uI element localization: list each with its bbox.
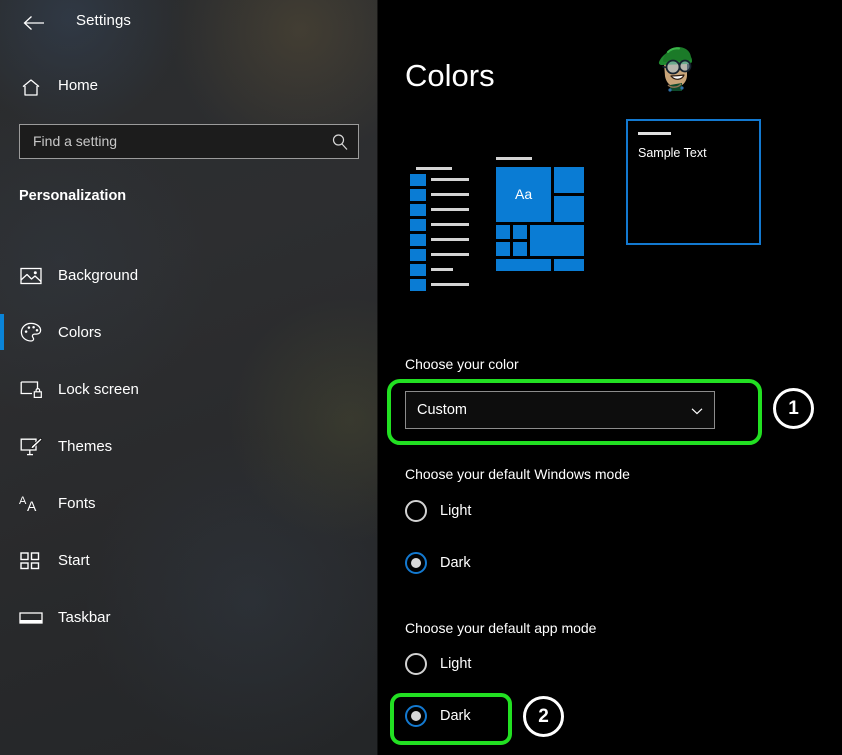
preview-start-row	[410, 264, 470, 276]
palette-icon	[19, 321, 43, 345]
preview-tile-wide	[496, 259, 551, 271]
preview-tile	[554, 196, 584, 222]
sidebar-item-home[interactable]: Home	[0, 70, 378, 104]
user-avatar[interactable]	[646, 41, 704, 99]
preview-tile	[554, 167, 584, 193]
choose-your-color-dropdown[interactable]: Custom	[405, 391, 715, 429]
search-placeholder: Find a setting	[33, 133, 118, 149]
preview-tile-small	[496, 225, 510, 239]
annotation-badge-1: 1	[773, 388, 814, 429]
sidebar-nav-list: Background Colors Lock screen Themes A A…	[0, 247, 378, 646]
choose-color-label: Choose your color	[405, 356, 519, 372]
svg-text:A: A	[27, 498, 37, 514]
sidebar-section-header: Personalization	[19, 188, 127, 204]
search-icon[interactable]	[331, 133, 349, 151]
sidebar-item-label: Taskbar	[58, 609, 111, 626]
radio-label: Light	[440, 656, 472, 672]
sidebar: Settings Home Find a setting Personaliza…	[0, 0, 378, 755]
radio-label: Dark	[440, 555, 471, 571]
preview-start-row	[410, 279, 470, 291]
sidebar-home-label: Home	[58, 77, 99, 94]
sidebar-item-background[interactable]: Background	[0, 247, 378, 304]
sidebar-item-label: Fonts	[58, 495, 96, 512]
sidebar-item-colors[interactable]: Colors	[0, 304, 378, 361]
radio-label: Dark	[440, 708, 471, 724]
preview-start-row	[410, 174, 470, 186]
preview-tiles-header-bar	[496, 157, 532, 160]
themes-brush-icon	[19, 435, 43, 459]
start-tiles-icon	[19, 549, 43, 573]
taskbar-icon	[19, 606, 43, 630]
preview-start-row	[410, 189, 470, 201]
page-title: Colors	[405, 58, 495, 93]
sidebar-item-taskbar[interactable]: Taskbar	[0, 589, 378, 646]
radio-circle-selected-icon	[405, 552, 427, 574]
preview-tile-wide	[530, 225, 584, 256]
app-title: Settings	[76, 12, 131, 29]
sidebar-item-lock-screen[interactable]: Lock screen	[0, 361, 378, 418]
lock-screen-icon	[19, 378, 43, 402]
preview-start-row	[410, 219, 470, 231]
search-input[interactable]: Find a setting	[19, 124, 359, 159]
fonts-aa-icon: A A	[19, 492, 43, 516]
preview-tile-grid: Aa	[496, 157, 584, 289]
preview-window-sample-text: Sample Text	[638, 146, 707, 160]
settings-window: Settings Home Find a setting Personaliza…	[0, 0, 842, 755]
preview-start-menu	[410, 167, 470, 291]
preview-tile-small	[513, 242, 527, 256]
preview-window-title-bar	[638, 132, 671, 135]
preview-window: Sample Text	[626, 119, 761, 245]
radio-label: Light	[440, 503, 472, 519]
windows-mode-label: Choose your default Windows mode	[405, 466, 630, 482]
radio-circle-icon	[405, 653, 427, 675]
preview-start-row	[410, 234, 470, 246]
svg-text:A: A	[19, 495, 27, 507]
preview-start-row	[410, 204, 470, 216]
annotation-badge-2: 2	[523, 696, 564, 737]
sidebar-item-label: Themes	[58, 438, 113, 455]
radio-circle-icon	[405, 500, 427, 522]
picture-icon	[19, 264, 43, 288]
dropdown-value: Custom	[417, 402, 467, 418]
back-arrow-icon	[23, 16, 44, 30]
preview-start-header-bar	[416, 167, 452, 170]
preview-tile-wide	[554, 259, 584, 271]
sidebar-item-themes[interactable]: Themes	[0, 418, 378, 475]
home-icon	[19, 70, 43, 104]
sidebar-item-label: Colors	[58, 324, 102, 341]
preview-start-row	[410, 249, 470, 261]
preview-tile-small	[513, 225, 527, 239]
sidebar-item-label: Lock screen	[58, 381, 139, 398]
title-bar: Settings	[0, 0, 378, 46]
sidebar-item-fonts[interactable]: A A Fonts	[0, 475, 378, 532]
selection-indicator	[0, 314, 4, 350]
app-mode-label: Choose your default app mode	[405, 620, 597, 636]
preview-tile-letters: Aa	[515, 186, 533, 202]
radio-circle-selected-icon	[405, 705, 427, 727]
back-button[interactable]	[16, 8, 52, 38]
sidebar-item-start[interactable]: Start	[0, 532, 378, 589]
chevron-down-icon	[690, 404, 704, 418]
main-content: Colors Aa Sample Text Choose your color …	[379, 0, 842, 755]
sidebar-item-label: Start	[58, 552, 90, 569]
sidebar-item-label: Background	[58, 267, 139, 284]
preview-tile-small	[496, 242, 510, 256]
